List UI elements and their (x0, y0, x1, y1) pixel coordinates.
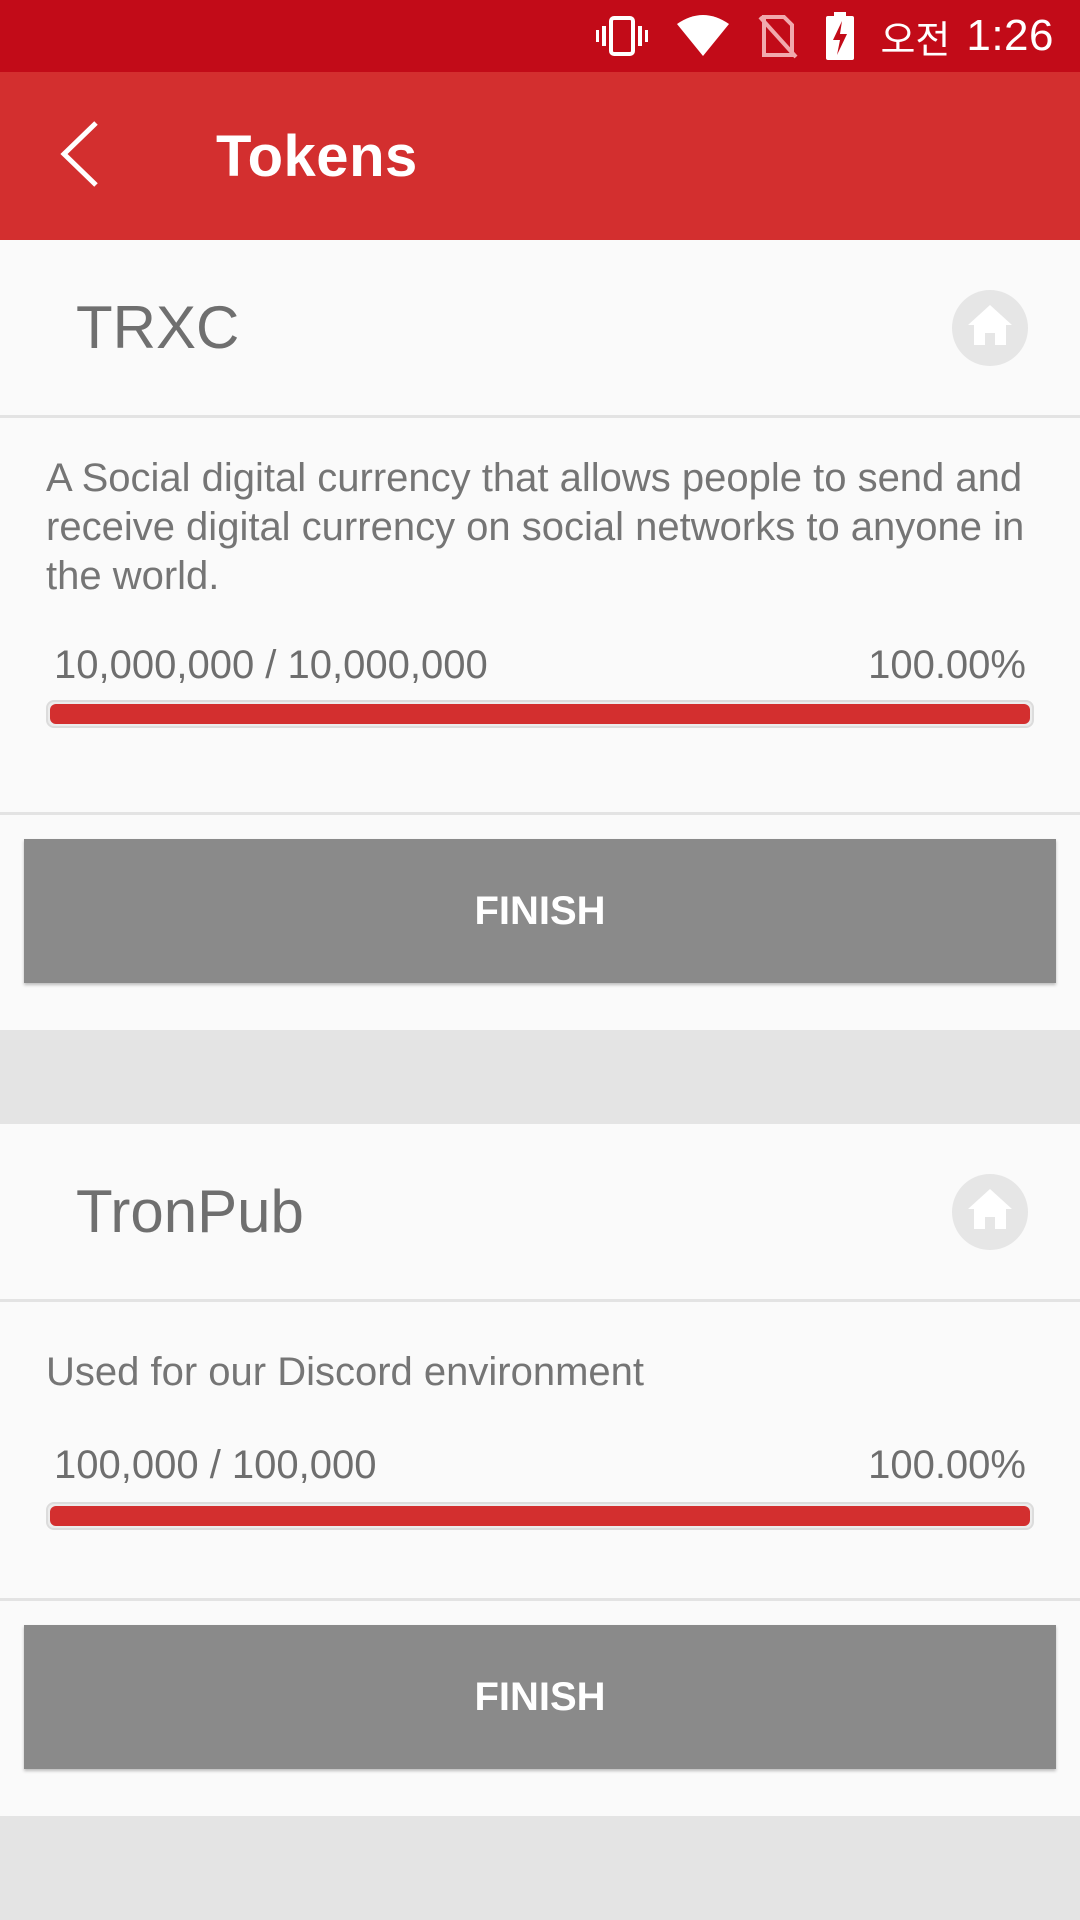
finish-button[interactable]: FINISH (24, 1625, 1056, 1769)
progress-row: 10,000,000 / 10,000,000 100.00% (46, 643, 1034, 688)
token-card-header: TronPub (0, 1124, 1080, 1302)
no-sim-icon (758, 13, 798, 59)
token-card-body: Used for our Discord environment 100,000… (0, 1302, 1080, 1601)
token-card-header: TRXC (0, 240, 1080, 418)
back-button[interactable] (20, 96, 140, 216)
vibrate-icon (596, 14, 649, 58)
app-toolbar: Tokens (0, 72, 1080, 240)
progress-count: 10,000,000 / 10,000,000 (54, 643, 488, 687)
finish-area: FINISH (0, 815, 1080, 1030)
status-ampm: 오전 (880, 17, 951, 62)
finish-area: FINISH (0, 1601, 1080, 1816)
progress-percent: 100.00% (868, 1443, 1026, 1487)
progress-bar-fill (50, 1506, 1030, 1526)
status-time: 1:26 (966, 11, 1054, 60)
battery-charging-icon (826, 12, 855, 60)
progress-count: 100,000 / 100,000 (54, 1443, 377, 1487)
token-card: TRXC A Social digital currency that allo… (0, 240, 1080, 1030)
page-title: Tokens (216, 123, 418, 189)
wifi-icon (676, 14, 730, 58)
finish-button[interactable]: FINISH (24, 839, 1056, 983)
chevron-left-icon (58, 119, 102, 194)
status-bar: 오전 1:26 (0, 0, 1080, 72)
home-icon (966, 303, 1014, 352)
token-home-button[interactable] (952, 289, 1028, 366)
token-description: A Social digital currency that allows pe… (46, 456, 1025, 598)
home-icon (966, 1187, 1014, 1236)
progress-percent: 100.00% (868, 643, 1026, 687)
token-card: TronPub Used for our Discord environment… (0, 1124, 1080, 1816)
token-name: TRXC (76, 294, 240, 361)
token-name: TronPub (76, 1178, 304, 1245)
progress-row: 100,000 / 100,000 100.00% (46, 1443, 1034, 1488)
token-description: Used for our Discord environment (46, 1350, 645, 1394)
progress-bar (46, 1502, 1034, 1530)
progress-bar (46, 700, 1034, 728)
token-home-button[interactable] (952, 1173, 1028, 1250)
token-card-body: A Social digital currency that allows pe… (0, 418, 1080, 815)
progress-bar-fill (50, 704, 1030, 724)
